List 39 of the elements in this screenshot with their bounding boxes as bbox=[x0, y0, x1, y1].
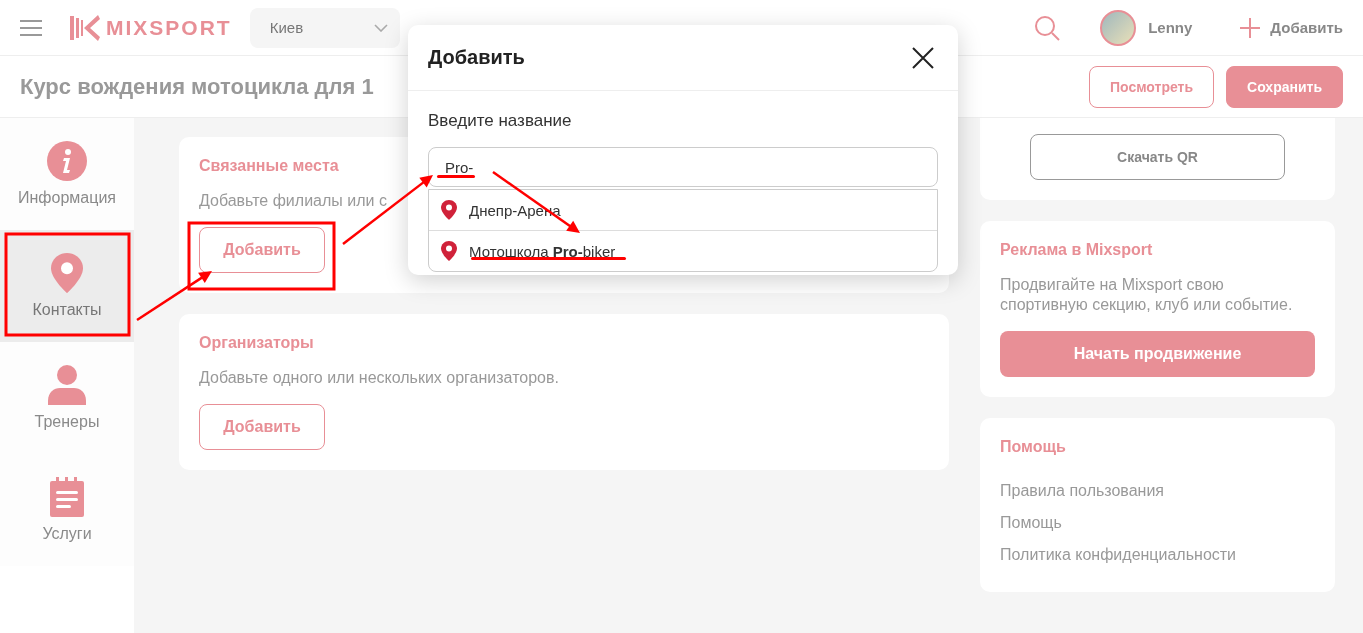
help-title: Помощь bbox=[1000, 438, 1066, 456]
info-icon bbox=[47, 141, 87, 181]
save-button[interactable]: Сохранить bbox=[1226, 65, 1343, 108]
help-link[interactable]: Правила пользования bbox=[1000, 482, 1164, 500]
person-icon bbox=[48, 365, 86, 405]
chevron-down-icon bbox=[373, 23, 388, 32]
city-select[interactable]: Киев bbox=[249, 7, 400, 48]
help-link[interactable]: Политика конфиденциальности bbox=[1000, 546, 1237, 564]
pin-icon bbox=[441, 241, 457, 261]
section-description: Добавьте филиалы или с bbox=[199, 191, 387, 211]
user-avatar[interactable] bbox=[1100, 9, 1137, 46]
download-qr-button[interactable]: Скачать QR bbox=[1030, 134, 1285, 180]
section-title: Организаторы bbox=[199, 334, 314, 352]
promo-text: Продвигайте на Mixsport свою спортивную секцию, клуб или событие. bbox=[1000, 275, 1294, 315]
underline-mark bbox=[437, 175, 475, 178]
pin-icon bbox=[441, 200, 457, 220]
promote-button[interactable]: Начать продвижение bbox=[1000, 331, 1315, 377]
section-title: Связанные места bbox=[199, 157, 339, 175]
page-title: Курс вождения мотоцикла для 1 bbox=[20, 73, 374, 100]
plus-icon bbox=[1240, 17, 1261, 38]
notepad-icon bbox=[50, 477, 84, 517]
help-link[interactable]: Помощь bbox=[1000, 514, 1062, 532]
location-pin-icon bbox=[51, 253, 83, 293]
user-name[interactable]: Lenny bbox=[1148, 19, 1193, 36]
sidebar-item[interactable]: Контакты bbox=[0, 230, 134, 342]
promo-title: Реклама в Mixsport bbox=[1000, 241, 1153, 259]
field-label: Введите название bbox=[428, 111, 573, 131]
add-link[interactable]: Добавить bbox=[1240, 17, 1343, 38]
section-description: Добавьте одного или нескольких организаторов. bbox=[199, 368, 559, 388]
add-button[interactable]: Добавить bbox=[199, 404, 325, 450]
logo-icon bbox=[70, 13, 100, 42]
close-icon[interactable] bbox=[912, 46, 934, 69]
menu-icon[interactable] bbox=[20, 19, 42, 36]
add-button[interactable]: Добавить bbox=[199, 227, 325, 273]
preview-button[interactable]: Посмотреть bbox=[1088, 65, 1215, 108]
search-icon[interactable] bbox=[1034, 14, 1061, 41]
logo-text: MIXSPORT bbox=[106, 15, 232, 40]
dialog-title: Добавить bbox=[428, 46, 525, 69]
name-input[interactable]: Pro- bbox=[428, 147, 938, 187]
